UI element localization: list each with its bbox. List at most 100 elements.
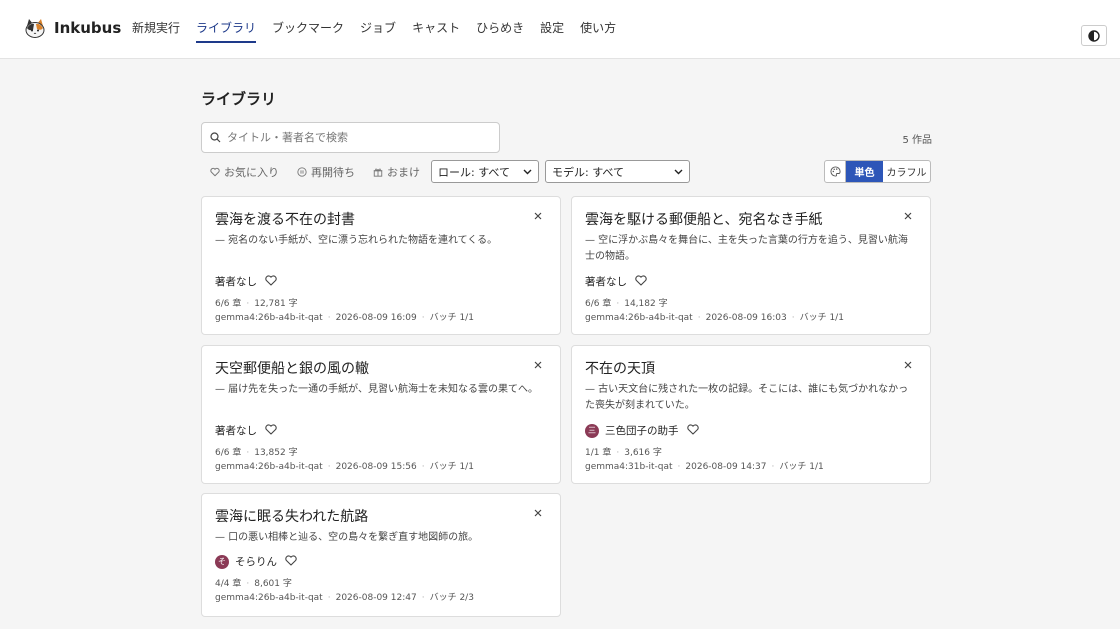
filter-bar: お気に入り 再開待ち おまけ ロール: すべて モデル: すべて — [201, 160, 690, 183]
author-name: 著者なし — [215, 425, 257, 437]
role-select[interactable]: ロール: すべて — [431, 160, 539, 183]
heart-icon — [210, 167, 220, 176]
favorite-heart-icon[interactable] — [285, 554, 297, 569]
work-title[interactable]: 雲海を渡る不在の封書 — [215, 209, 355, 229]
bonus-filter-chip[interactable]: おまけ — [364, 160, 429, 183]
author-name: そらりん — [235, 556, 277, 568]
brand[interactable]: Inkubus — [24, 17, 121, 39]
avatar: そ — [215, 554, 229, 569]
theme-toggle-button[interactable] — [1081, 25, 1107, 46]
batch-label: バッチ 2/3 — [429, 593, 474, 603]
model-name: gemma4:31b-it-qat — [585, 462, 673, 472]
color-mode-button[interactable]: カラフル — [883, 161, 930, 182]
close-icon — [534, 509, 542, 517]
work-title[interactable]: 雲海に眠る失われた航路 — [215, 506, 368, 526]
work-title[interactable]: 不在の天頂 — [585, 358, 655, 378]
work-meta: 6/6 章 · 12,781 字 gemma4:26b-a4b-it-qat · 202… — [215, 299, 474, 323]
nav-item[interactable]: ジョブ — [360, 0, 396, 59]
work-card[interactable]: 不在の天頂 — 古い天文台に残された一枚の記録。そこには、誰にも気づかれなかった… — [571, 345, 931, 484]
color-mode-toggle: 単色 カラフル — [824, 160, 931, 183]
delete-work-button[interactable] — [904, 209, 912, 224]
model-name: gemma4:26b-a4b-it-qat — [585, 313, 693, 323]
work-card[interactable]: 雲海に眠る失われた航路 — 口の悪い相棒と辿る、空の島々を繋ぎ直す地図師の旅。 … — [201, 493, 561, 617]
close-icon — [904, 212, 912, 220]
nav-item[interactable]: ライブラリ — [196, 0, 257, 59]
work-author: 著者なし — [585, 274, 647, 289]
nav-item[interactable]: ひらめき — [476, 0, 524, 59]
created-date: 2026-08-09 16:09 — [335, 313, 417, 323]
char-count: 8,601 字 — [254, 579, 292, 589]
work-meta: 6/6 章 · 14,182 字 gemma4:26b-a4b-it-qat · 202… — [585, 299, 844, 323]
batch-label: バッチ 1/1 — [429, 462, 474, 472]
resume-filter-label: 再開待ち — [311, 165, 355, 179]
chapter-count: 6/6 章 — [215, 299, 242, 309]
work-description: — 宛名のない手紙が、空に漂う忘れられた物語を連れてくる。 — [215, 235, 498, 246]
nav-item[interactable]: 新規実行 — [132, 0, 180, 59]
favorite-heart-icon[interactable] — [635, 274, 647, 289]
nav-item[interactable]: キャスト — [412, 0, 460, 59]
work-description: — 古い天文台に残された一枚の記録。そこには、誰にも気づかれなかった喪失が刻まれ… — [585, 384, 909, 411]
chevron-down-icon — [523, 169, 532, 174]
work-card[interactable]: 天空郵便船と銀の風の轍 — 届け先を失った一通の手紙が、見習い航海士を未知なる雲… — [201, 345, 561, 484]
chapter-count: 4/4 章 — [215, 579, 242, 589]
work-description: — 口の悪い相棒と辿る、空の島々を繋ぎ直す地図師の旅。 — [215, 532, 479, 543]
batch-label: バッチ 1/1 — [779, 462, 824, 472]
nav-item[interactable]: ブックマーク — [272, 0, 344, 59]
delete-work-button[interactable] — [904, 358, 912, 373]
work-card[interactable]: 雲海を駆ける郵便船と、宛名なき手紙 — 空に浮かぶ島々を舞台に、主を失った言葉の… — [571, 196, 931, 335]
char-count: 3,616 字 — [624, 448, 662, 458]
batch-label: バッチ 1/1 — [799, 313, 844, 323]
author-name: 三色団子の助手 — [605, 425, 679, 437]
nav-item[interactable]: 設定 — [540, 0, 564, 59]
created-date: 2026-08-09 16:03 — [705, 313, 787, 323]
author-name: 著者なし — [215, 276, 257, 288]
page-title: ライブラリ — [201, 90, 277, 108]
favorite-heart-icon[interactable] — [265, 274, 277, 289]
chapter-count: 6/6 章 — [585, 299, 612, 309]
work-author: 三三色団子の助手 — [585, 423, 699, 438]
work-author: 著者なし — [215, 423, 277, 438]
resume-filter-chip[interactable]: 再開待ち — [288, 160, 364, 183]
search-input[interactable] — [227, 131, 487, 144]
delete-work-button[interactable] — [534, 506, 542, 521]
model-name: gemma4:26b-a4b-it-qat — [215, 462, 323, 472]
delete-work-button[interactable] — [534, 209, 542, 224]
avatar: 三 — [585, 423, 599, 438]
favorite-filter-label: お気に入り — [224, 165, 279, 179]
model-select-value: モデル: すべて — [552, 165, 624, 179]
close-icon — [904, 361, 912, 369]
char-count: 14,182 字 — [624, 299, 668, 309]
created-date: 2026-08-09 14:37 — [685, 462, 767, 472]
model-name: gemma4:26b-a4b-it-qat — [215, 593, 323, 603]
work-card[interactable]: 雲海を渡る不在の封書 — 宛名のない手紙が、空に漂う忘れられた物語を連れてくる。… — [201, 196, 561, 335]
work-meta: 6/6 章 · 13,852 字 gemma4:26b-a4b-it-qat · 202… — [215, 448, 474, 472]
chevron-down-icon — [674, 169, 683, 174]
nav-item[interactable]: 使い方 — [580, 0, 616, 59]
author-name: 著者なし — [585, 276, 627, 288]
created-date: 2026-08-09 15:56 — [335, 462, 417, 472]
main-nav: 新規実行 ライブラリ ブックマーク ジョブ キャスト ひらめき 設定 使い方 — [132, 0, 632, 59]
chapter-count: 1/1 章 — [585, 448, 612, 458]
char-count: 12,781 字 — [254, 299, 298, 309]
work-description: — 届け先を失った一通の手紙が、見習い航海士を未知なる雲の果てへ。 — [215, 384, 538, 395]
brand-name: Inkubus — [54, 19, 122, 37]
work-title[interactable]: 雲海を駆ける郵便船と、宛名なき手紙 — [585, 209, 822, 229]
char-count: 13,852 字 — [254, 448, 298, 458]
close-icon — [534, 212, 542, 220]
palette-button[interactable] — [825, 161, 846, 182]
favorite-heart-icon[interactable] — [265, 423, 277, 438]
search-box[interactable] — [201, 122, 500, 153]
search-icon — [210, 132, 221, 143]
delete-work-button[interactable] — [534, 358, 542, 373]
favorite-heart-icon[interactable] — [686, 423, 699, 438]
mono-mode-button[interactable]: 単色 — [846, 161, 883, 182]
bonus-filter-label: おまけ — [387, 165, 420, 179]
gift-icon — [373, 168, 383, 177]
favorite-filter-chip[interactable]: お気に入り — [201, 160, 288, 183]
close-icon — [534, 361, 542, 369]
work-description: — 空に浮かぶ島々を舞台に、主を失った言葉の行方を追う、見習い航海士の物語。 — [585, 235, 908, 262]
model-select[interactable]: モデル: すべて — [545, 160, 690, 183]
role-select-value: ロール: すべて — [438, 165, 510, 179]
work-title[interactable]: 天空郵便船と銀の風の轍 — [215, 358, 369, 378]
work-author: 著者なし — [215, 274, 277, 289]
